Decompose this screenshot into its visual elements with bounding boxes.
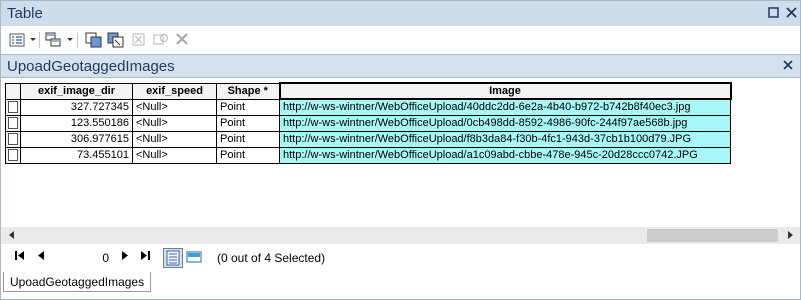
table-row[interactable]: 306.977615 <Null> Point http://w-ws-wint… [5, 130, 731, 148]
switch-selection-icon[interactable] [107, 32, 125, 48]
cell-image[interactable]: http://w-ws-wintner/WebOfficeUpload/40dd… [279, 98, 731, 116]
table-row[interactable]: 327.727345 <Null> Point http://w-ws-wint… [5, 98, 731, 116]
cell-exif-speed[interactable]: <Null> [132, 130, 217, 148]
cell-exif-speed[interactable]: <Null> [132, 98, 217, 116]
previous-record-icon[interactable] [34, 251, 48, 265]
table-tab-strip: UpoadGeotaggedImages [0, 272, 801, 300]
window-title: Table [7, 5, 43, 22]
last-record-icon[interactable] [138, 251, 152, 265]
delete-selected-icon[interactable] [175, 32, 193, 48]
scroll-right-icon[interactable] [781, 227, 798, 244]
row-selector[interactable] [5, 146, 21, 164]
cell-exif-image-dir[interactable]: 306.977615 [20, 130, 133, 148]
cell-exif-image-dir[interactable]: 123.550186 [20, 114, 133, 132]
close-window-icon[interactable] [785, 7, 798, 20]
clear-selection-icon[interactable] [131, 32, 149, 48]
close-table-icon[interactable] [783, 58, 793, 73]
table-name: UpoadGeotaggedImages [7, 58, 175, 75]
cell-image[interactable]: http://w-ws-wintner/WebOfficeUpload/a1c0… [279, 146, 731, 164]
table-row[interactable]: 73.455101 <Null> Point http://w-ws-wintn… [5, 146, 731, 164]
restore-icon[interactable] [767, 7, 780, 20]
cell-image[interactable]: http://w-ws-wintner/WebOfficeUpload/0cb4… [279, 114, 731, 132]
attribute-grid: exif_image_dir exif_speed Shape * Image … [0, 78, 801, 227]
column-header-exif-speed[interactable]: exif_speed [132, 82, 217, 100]
column-header-shape[interactable]: Shape * [216, 82, 280, 100]
tab-upoad-geotagged-images[interactable]: UpoadGeotaggedImages [3, 272, 152, 292]
cell-shape[interactable]: Point [216, 98, 280, 116]
row-selector[interactable] [5, 114, 21, 132]
header-row: exif_image_dir exif_speed Shape * Image [5, 82, 732, 100]
cell-image[interactable]: http://w-ws-wintner/WebOfficeUpload/f8b3… [279, 130, 731, 148]
record-navigation-bar: (0 out of 4 Selected) [0, 244, 801, 272]
chevron-down-icon[interactable] [30, 38, 36, 41]
cell-exif-speed[interactable]: <Null> [132, 114, 217, 132]
row-selector[interactable] [5, 98, 21, 116]
select-all-corner[interactable] [5, 82, 21, 100]
select-by-attributes-icon[interactable] [85, 32, 103, 48]
chevron-down-icon[interactable] [67, 38, 73, 41]
next-record-icon[interactable] [118, 251, 132, 265]
show-selected-records-icon[interactable] [185, 248, 205, 268]
cell-exif-image-dir[interactable]: 73.455101 [20, 146, 133, 164]
table-tab-header: UpoadGeotaggedImages [0, 54, 801, 78]
show-all-records-icon[interactable] [163, 248, 183, 268]
horizontal-scrollbar[interactable] [0, 227, 801, 244]
table-toolbar [0, 26, 801, 54]
column-header-image[interactable]: Image [278, 82, 732, 100]
table-row[interactable]: 123.550186 <Null> Point http://w-ws-wint… [5, 114, 731, 132]
cell-shape[interactable]: Point [216, 114, 280, 132]
toolbar-separator [39, 32, 40, 48]
toolbar-separator [77, 32, 78, 48]
cell-shape[interactable]: Point [216, 146, 280, 164]
current-record-input[interactable] [53, 249, 113, 267]
attribute-table: exif_image_dir exif_speed Shape * Image … [5, 82, 732, 164]
first-record-icon[interactable] [13, 251, 27, 265]
cell-shape[interactable]: Point [216, 130, 280, 148]
column-header-exif-image-dir[interactable]: exif_image_dir [20, 82, 133, 100]
cell-exif-image-dir[interactable]: 327.727345 [20, 98, 133, 116]
related-tables-icon[interactable] [45, 32, 63, 48]
table-options-icon[interactable] [9, 32, 27, 48]
selection-status: (0 out of 4 Selected) [217, 251, 326, 265]
cell-exif-speed[interactable]: <Null> [132, 146, 217, 164]
window-title-bar: Table [0, 0, 801, 26]
row-selector[interactable] [5, 130, 21, 148]
zoom-to-selected-icon[interactable] [153, 32, 171, 48]
scroll-left-icon[interactable] [3, 227, 20, 244]
scrollbar-thumb[interactable] [647, 229, 778, 242]
